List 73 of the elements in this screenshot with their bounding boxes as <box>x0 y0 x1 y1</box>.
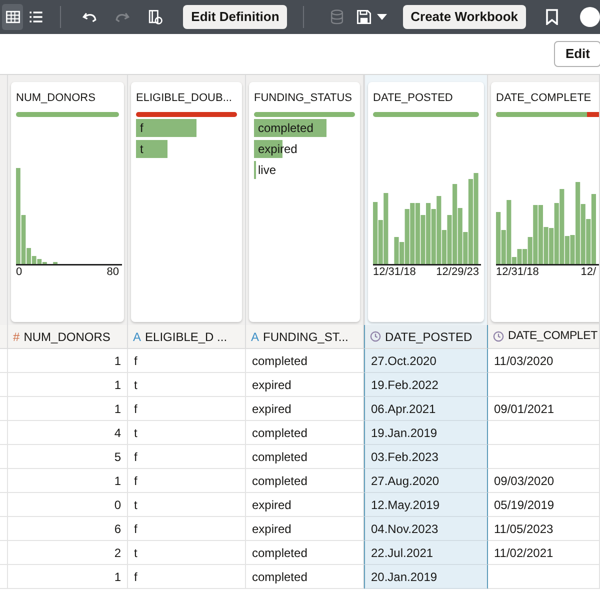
table-cell-text: 1 <box>114 400 121 418</box>
table-cell-text: 0 <box>114 496 121 514</box>
column-title: DATE_POSTED <box>373 91 453 106</box>
table-cell-text: 22.Jul.2021 <box>371 544 434 562</box>
table-cell-text: 19.Feb.2022 <box>371 376 438 394</box>
table-cell-text: 27.Oct.2020 <box>371 352 436 370</box>
table-cell-text: 6 <box>114 520 121 538</box>
table-cell-text: f <box>134 400 138 418</box>
table-cell-text: t <box>134 424 138 442</box>
axis-label: 12/31/18 <box>496 265 539 279</box>
table-cell-text: t <box>134 376 138 394</box>
table-cell-text: 1 <box>114 376 121 394</box>
table-cell-text: f <box>134 352 138 370</box>
table-cell-text: expired <box>252 496 292 514</box>
type-symbol: A <box>133 328 142 346</box>
table-cell-text: 5 <box>114 448 121 466</box>
column-header[interactable]: DATE_POSTED <box>364 325 488 349</box>
table-cell-text: 11/02/2021 <box>494 544 554 562</box>
table-cell-text: expired <box>252 400 292 418</box>
column-title: NUM_DONORS <box>16 91 96 106</box>
table-cell-text: 1 <box>114 472 121 490</box>
table-cell-text: 1 <box>114 568 121 586</box>
table-cell-text: completed <box>252 472 308 490</box>
header-label: DATE_POSTED <box>385 328 472 346</box>
table-cell-text: 03.Feb.2023 <box>371 448 438 466</box>
table-cell-text: completed <box>252 424 308 442</box>
edit-definition-button[interactable]: Edit Definition <box>183 5 288 29</box>
table-cell-text: 27.Aug.2020 <box>371 472 440 490</box>
table-cell-text: 11/03/2020 <box>494 352 554 370</box>
table-cell-text: t <box>134 544 138 562</box>
axis-label: 12/31/18 <box>373 265 416 279</box>
axis-label: 12/ <box>580 265 596 279</box>
table-cell-text: expired <box>252 520 292 538</box>
table-cell-text: 20.Jan.2019 <box>371 568 438 586</box>
table-cell-text: f <box>134 568 138 586</box>
column-header[interactable]: A ELIGIBLE_D ... <box>128 325 246 349</box>
table-cell-text: f <box>134 520 138 538</box>
table-cell-text: completed <box>252 568 308 586</box>
table-cell-text: 4 <box>114 424 121 442</box>
table-cell-text: 2 <box>114 544 121 562</box>
column-header[interactable]: # NUM_DONORS <box>8 325 128 349</box>
table-cell-text: 1 <box>114 352 121 370</box>
column-title: ELIGIBLE_DOUB... <box>136 91 232 106</box>
type-symbol: A <box>251 328 260 346</box>
table-cell-text: completed <box>252 448 308 466</box>
header-label: ELIGIBLE_D ... <box>145 328 228 346</box>
table-cell-text: completed <box>252 544 308 562</box>
create-workbook-button[interactable]: Create Workbook <box>402 5 526 29</box>
header-label: FUNDING_ST... <box>263 328 348 346</box>
table-cell-text: expired <box>252 376 292 394</box>
table-cell-text: f <box>134 472 138 490</box>
table-cell-text: 19.Jan.2019 <box>371 424 438 442</box>
table-cell-text: 06.Apr.2021 <box>371 400 436 418</box>
column-header[interactable]: DATE_COMPLET <box>488 325 600 349</box>
table-cell-text: 12.May.2019 <box>371 496 440 514</box>
edit-button[interactable]: Edit <box>554 41 600 67</box>
axis-label: 0 <box>16 265 22 279</box>
table-cell-text: f <box>134 448 138 466</box>
table-cell-text: 04.Nov.2023 <box>371 520 438 538</box>
header-label: NUM_DONORS <box>24 328 110 346</box>
column-header[interactable]: A FUNDING_ST... <box>246 325 364 349</box>
type-symbol: # <box>13 328 20 346</box>
table-cell-text: 09/01/2021 <box>494 400 554 418</box>
header-label: DATE_COMPLET <box>508 328 598 344</box>
axis-label: 80 <box>106 265 119 279</box>
table-cell-text: 09/03/2020 <box>494 472 554 490</box>
table-cell-text: 05/19/2019 <box>494 496 554 514</box>
column-title: DATE_COMPLETE <box>496 91 592 106</box>
table-cell-text: 11/05/2023 <box>494 520 554 538</box>
column-title: FUNDING_STATUS <box>254 91 352 106</box>
table-cell-text: completed <box>252 352 308 370</box>
table-cell-text: t <box>134 496 138 514</box>
axis-label: 12/29/23 <box>436 265 479 279</box>
